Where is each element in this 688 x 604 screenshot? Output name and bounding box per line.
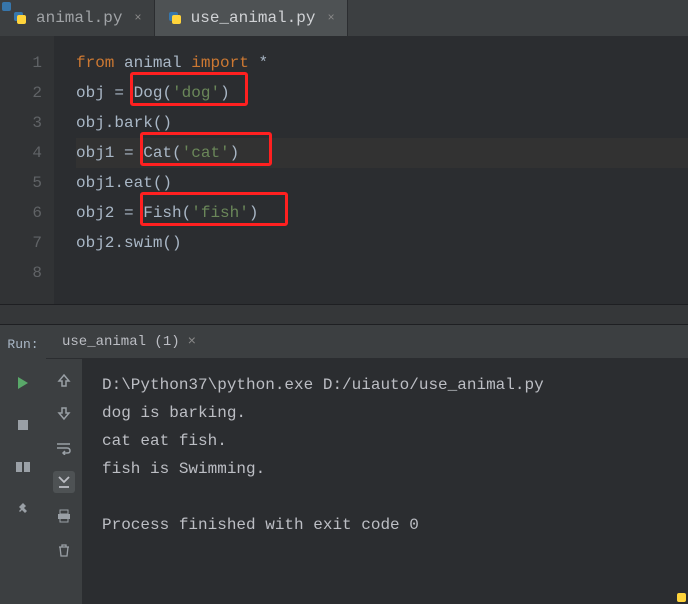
python-file-icon — [167, 10, 183, 26]
code-line: obj2.swim() — [76, 228, 688, 258]
stop-icon[interactable] — [12, 414, 34, 436]
line-gutter: 1 2 3 4 5 6 7 8 — [0, 36, 54, 304]
close-icon[interactable]: × — [134, 11, 141, 25]
line-number: 4 — [0, 138, 54, 168]
line-number: 2 — [0, 78, 54, 108]
run-panel-label: Run: — [7, 337, 38, 352]
code-line: from animal import * — [76, 48, 688, 78]
line-number: 3 — [0, 108, 54, 138]
run-tool-window: Run: use_animal (1) × — [0, 324, 688, 604]
run-config-label: use_animal (1) — [62, 334, 180, 350]
code-area[interactable]: from animal import * obj = Dog('dog') ob… — [54, 36, 688, 304]
editor-tabs: animal.py × use_animal.py × — [0, 0, 688, 36]
python-file-icon — [12, 10, 28, 26]
line-number: 8 — [0, 258, 54, 288]
console-line: fish is Swimming. — [102, 460, 265, 478]
line-number: 1 — [0, 48, 54, 78]
tab-animal-py[interactable]: animal.py × — [0, 0, 155, 36]
up-arrow-icon[interactable] — [53, 369, 75, 391]
run-icon[interactable] — [12, 372, 34, 394]
down-arrow-icon[interactable] — [53, 403, 75, 425]
trash-icon[interactable] — [53, 539, 75, 561]
run-side-toolbar: Run: — [0, 325, 46, 604]
line-number: 5 — [0, 168, 54, 198]
code-line: obj1.eat() — [76, 168, 688, 198]
panel-divider[interactable] — [0, 304, 688, 324]
console-line: cat eat fish. — [102, 432, 227, 450]
scroll-to-end-icon[interactable] — [53, 471, 75, 493]
close-icon[interactable]: × — [188, 334, 196, 350]
tab-use-animal-py[interactable]: use_animal.py × — [155, 0, 348, 36]
tab-label: animal.py — [36, 9, 122, 27]
run-body: use_animal (1) × — [46, 325, 688, 604]
line-number: 7 — [0, 228, 54, 258]
code-line: obj1 = Cat('cat') — [76, 138, 688, 168]
close-icon[interactable]: × — [327, 11, 334, 25]
console-line: dog is barking. — [102, 404, 246, 422]
run-console-toolbar — [46, 359, 82, 604]
run-content: D:\Python37\python.exe D:/uiauto/use_ani… — [46, 359, 688, 604]
code-line: obj = Dog('dog') — [76, 78, 688, 108]
layout-icon[interactable] — [12, 456, 34, 478]
console-line: Process finished with exit code 0 — [102, 516, 419, 534]
pin-icon[interactable] — [12, 498, 34, 520]
soft-wrap-icon[interactable] — [53, 437, 75, 459]
tab-label: use_animal.py — [191, 9, 316, 27]
console-line: D:\Python37\python.exe D:/uiauto/use_ani… — [102, 376, 544, 394]
code-line: obj2 = Fish('fish') — [76, 198, 688, 228]
code-line: obj.bark() — [76, 108, 688, 138]
console-output[interactable]: D:\Python37\python.exe D:/uiauto/use_ani… — [82, 359, 688, 604]
print-icon[interactable] — [53, 505, 75, 527]
run-config-tab[interactable]: use_animal (1) × — [46, 325, 688, 359]
code-editor[interactable]: 1 2 3 4 5 6 7 8 from animal import * obj… — [0, 36, 688, 304]
line-number: 6 — [0, 198, 54, 228]
